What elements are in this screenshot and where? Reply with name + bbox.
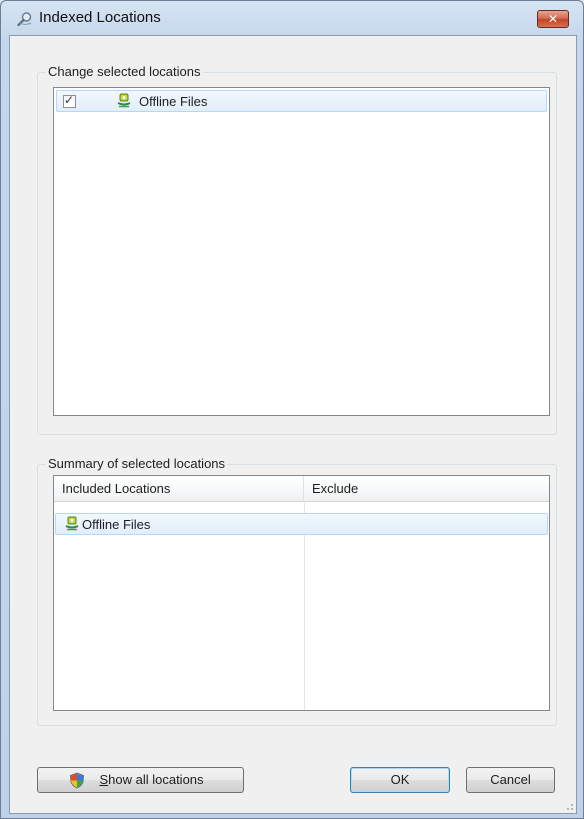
close-button[interactable]: ✕ [537,10,569,28]
summary-row[interactable]: Offline Files [55,513,548,535]
column-header-included[interactable]: Included Locations [54,476,304,502]
offline-files-icon [117,93,131,108]
search-magnifier-icon [17,12,32,27]
locations-tree[interactable]: ✓ Offline Files [53,87,550,416]
title-bar[interactable]: Indexed Locations ✕ [1,1,583,35]
location-item-label: Offline Files [139,94,208,109]
uac-shield-icon [70,772,84,789]
resize-grip-icon[interactable] [564,801,574,811]
column-header-exclude[interactable]: Exclude [304,476,549,502]
show-all-label: how all locations [108,772,204,787]
check-mark-icon: ✓ [64,93,75,107]
summary-included-cell: Offline Files [82,517,151,532]
offline-files-checkbox[interactable]: ✓ [63,93,76,108]
cancel-button[interactable]: Cancel [466,767,555,793]
close-icon: ✕ [547,12,559,26]
location-item-offline-files[interactable]: ✓ Offline Files [56,90,547,112]
show-all-mnemonic: S [99,772,109,787]
dialog-client-area: Change selected locations ✓ Offline File… [9,35,577,814]
change-locations-label: Change selected locations [46,64,203,79]
indexed-locations-window: Indexed Locations ✕ Change selected loca… [0,0,584,819]
show-all-locations-button[interactable]: Show all locations [37,767,244,793]
window-title: Indexed Locations [39,9,161,26]
ok-button[interactable]: OK [350,767,450,793]
summary-locations-label: Summary of selected locations [46,456,228,471]
offline-files-icon [65,516,79,531]
summary-list-view[interactable]: Included Locations Exclude Offline Files [53,475,550,711]
